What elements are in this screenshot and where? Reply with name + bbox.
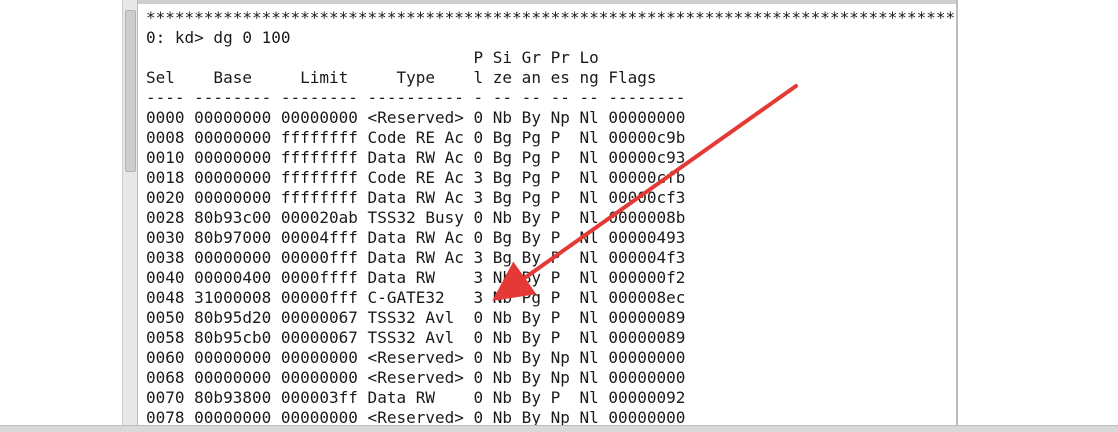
table-row: 0040 00000400 0000ffff Data RW 3 Nb By P…: [146, 268, 686, 287]
table-row: 0010 00000000 ffffffff Data RW Ac 0 Bg P…: [146, 148, 686, 167]
table-header-underline: ---- -------- -------- ---------- - -- -…: [146, 88, 686, 107]
right-blank-area: [958, 0, 1118, 431]
table-row: 0058 80b95cb0 00000067 TSS32 Avl 0 Nb By…: [146, 328, 686, 347]
table-row: 0020 00000000 ffffffff Data RW Ac 3 Bg P…: [146, 188, 686, 207]
console-separator: ****************************************…: [146, 8, 994, 27]
console-output: ****************************************…: [146, 8, 994, 428]
table-row: 0060 00000000 00000000 <Reserved> 0 Nb B…: [146, 348, 686, 367]
left-gutter: [0, 0, 122, 431]
table-header: Sel Base Limit Type l ze an es ng Flags: [146, 68, 657, 87]
table-row: 0028 80b93c00 000020ab TSS32 Busy 0 Nb B…: [146, 208, 686, 227]
table-row: 0068 00000000 00000000 <Reserved> 0 Nb B…: [146, 368, 686, 387]
table-row: 0070 80b93800 000003ff Data RW 0 Nb By P…: [146, 388, 686, 407]
table-header-top: P Si Gr Pr Lo: [146, 48, 599, 67]
table-row: 0018 00000000 ffffffff Code RE Ac 3 Bg P…: [146, 168, 686, 187]
vertical-scrollbar[interactable]: [122, 0, 138, 431]
table-row-highlighted: 0048 31000008 00000fff C-GATE32 3 Nb Pg …: [146, 288, 686, 307]
console-frame-top: [138, 0, 958, 4]
table-row: 0038 00000000 00000fff Data RW Ac 3 Bg B…: [146, 248, 686, 267]
table-row: 0008 00000000 ffffffff Code RE Ac 0 Bg P…: [146, 128, 686, 147]
table-row: 0050 80b95d20 00000067 TSS32 Avl 0 Nb By…: [146, 308, 686, 327]
table-row: 0000 00000000 00000000 <Reserved> 0 Nb B…: [146, 108, 686, 127]
table-row: 0030 80b97000 00004fff Data RW Ac 0 Bg B…: [146, 228, 686, 247]
console-command: 0: kd> dg 0 100: [146, 28, 291, 47]
debugger-console[interactable]: ****************************************…: [138, 0, 994, 431]
scrollbar-thumb[interactable]: [125, 10, 136, 172]
